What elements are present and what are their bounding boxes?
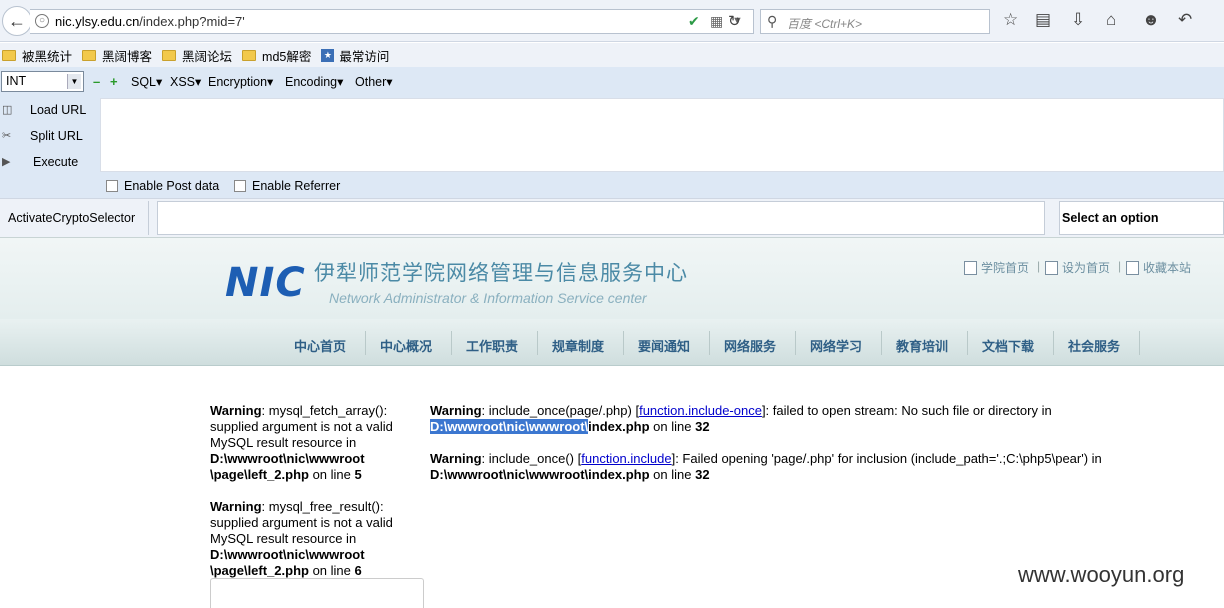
menu-xss[interactable]: XSS▾ bbox=[170, 74, 201, 89]
browser-navbar: ← ○ nic.ylsy.edu.cn/index.php?mid=7' ✔ ▦… bbox=[0, 0, 1224, 42]
divider bbox=[148, 201, 149, 235]
search-placeholder: 百度 <Ctrl+K> bbox=[787, 17, 863, 31]
nav-divider bbox=[537, 331, 538, 355]
back-button[interactable]: ← bbox=[2, 6, 32, 36]
globe-icon: ○ bbox=[35, 14, 49, 28]
url-text: nic.ylsy.edu.cn/index.php?mid=7' bbox=[55, 14, 245, 29]
bookmark-folder-4[interactable]: md5解密 bbox=[242, 46, 311, 65]
load-url-button[interactable]: ◫ Load URL bbox=[0, 100, 98, 122]
page-icon bbox=[1126, 260, 1139, 275]
nav-duties[interactable]: 工作职责 bbox=[466, 336, 518, 355]
play-icon: ▶ bbox=[2, 156, 11, 168]
bookmark-folder-3[interactable]: 黑阔论坛 bbox=[162, 46, 232, 65]
nav-overview[interactable]: 中心概况 bbox=[380, 336, 432, 355]
menu-encoding[interactable]: Encoding▾ bbox=[285, 74, 343, 89]
checkbox-box bbox=[234, 180, 246, 192]
nav-social-services[interactable]: 社会服务 bbox=[1068, 336, 1120, 355]
warning-fetch-array: Warning: mysql_fetch_array(): supplied a… bbox=[210, 403, 393, 482]
hackbar-panel: INT ▼ – + SQL▾ XSS▾ Encryption▾ Encoding▾… bbox=[0, 67, 1224, 237]
nav-home[interactable]: 中心首页 bbox=[294, 336, 346, 355]
url-textarea[interactable] bbox=[100, 98, 1224, 172]
nav-training[interactable]: 教育培训 bbox=[896, 336, 948, 355]
search-bar[interactable]: ⚲ 百度 <Ctrl+K> bbox=[760, 9, 990, 34]
nav-divider bbox=[967, 331, 968, 355]
function-include-link[interactable]: function.include bbox=[581, 451, 671, 466]
bookmark-most-visited[interactable]: ★ 最常访问 bbox=[321, 46, 389, 65]
bookmark-site-link[interactable]: 收藏本站 bbox=[1126, 259, 1191, 276]
nav-news[interactable]: 要闻通知 bbox=[638, 336, 690, 355]
reload-icon[interactable]: ↻ bbox=[728, 12, 741, 30]
menu-encryption[interactable]: Encryption▾ bbox=[208, 74, 273, 89]
crypto-select[interactable]: Select an option bbox=[1059, 201, 1224, 235]
download-icon[interactable]: ⇩ bbox=[1071, 10, 1085, 30]
undo-icon[interactable]: ↶ bbox=[1178, 10, 1192, 30]
reading-list-icon[interactable]: ▤ bbox=[1035, 10, 1051, 30]
college-home-link[interactable]: 学院首页 bbox=[964, 259, 1029, 276]
site-nav: 中心首页 中心概况 工作职责 规章制度 要闻通知 网络服务 网络学习 教育培训 … bbox=[0, 319, 1224, 366]
enable-referrer-checkbox[interactable]: Enable Referrer bbox=[234, 179, 340, 193]
search-icon: ⚲ bbox=[767, 13, 778, 29]
bookmark-folder-2[interactable]: 黑阔博客 bbox=[82, 46, 152, 65]
decrement-icon[interactable]: – bbox=[93, 74, 100, 89]
nav-network-services[interactable]: 网络服务 bbox=[724, 336, 776, 355]
nav-divider bbox=[623, 331, 624, 355]
load-url-icon: ◫ bbox=[2, 104, 13, 116]
most-visited-icon: ★ bbox=[321, 48, 335, 62]
site-title-en: Network Administrator & Information Serv… bbox=[329, 290, 647, 306]
int-select[interactable]: INT ▼ bbox=[1, 71, 84, 92]
checkbox-box bbox=[106, 180, 118, 192]
page-icon bbox=[964, 260, 977, 275]
menu-sql[interactable]: SQL▾ bbox=[131, 74, 162, 89]
nav-divider bbox=[451, 331, 452, 355]
nav-divider bbox=[881, 331, 882, 355]
chevron-down-icon: ▼ bbox=[67, 74, 81, 89]
warning-include-failed: Warning: include_once() [function.includ… bbox=[430, 451, 1102, 482]
folder-icon bbox=[242, 49, 257, 61]
nav-network-learning[interactable]: 网络学习 bbox=[810, 336, 862, 355]
scissors-icon: ✂ bbox=[2, 130, 12, 142]
selected-path-text: D:\wwwroot\nic\wwwroot\ bbox=[430, 419, 589, 434]
nav-divider bbox=[709, 331, 710, 355]
bookmarks-bar: 被黑统计 黑阔博客 黑阔论坛 md5解密 ★ 最常访问 bbox=[0, 43, 1224, 67]
bookmark-star-icon[interactable]: ☆ bbox=[1003, 10, 1018, 30]
page-icon bbox=[1045, 260, 1058, 275]
back-arrow-icon: ← bbox=[8, 10, 26, 31]
smiley-icon[interactable]: ☻ bbox=[1142, 10, 1160, 30]
home-icon[interactable]: ⌂ bbox=[1106, 10, 1116, 30]
function-include-once-link[interactable]: function.include-once bbox=[639, 403, 762, 418]
folder-icon bbox=[2, 49, 16, 61]
folder-icon bbox=[82, 49, 97, 61]
site-title-cn: 伊犁师范学院网络管理与信息服务中心 bbox=[314, 262, 688, 285]
crypto-row: ActivateCryptoSelector Select an option bbox=[0, 198, 1224, 237]
qrcode-icon[interactable]: ▦ bbox=[710, 13, 723, 30]
warning-free-result: Warning: mysql_free_result(): supplied a… bbox=[210, 499, 393, 578]
menu-other[interactable]: Other▾ bbox=[355, 74, 393, 89]
separator: | bbox=[1037, 259, 1041, 273]
execute-button[interactable]: ▶ Execute bbox=[0, 152, 98, 174]
nav-downloads[interactable]: 文档下载 bbox=[982, 336, 1034, 355]
enable-post-checkbox[interactable]: Enable Post data bbox=[106, 179, 219, 193]
shield-icon[interactable]: ✔ bbox=[688, 13, 700, 30]
nav-rules[interactable]: 规章制度 bbox=[552, 336, 604, 355]
increment-icon[interactable]: + bbox=[110, 74, 118, 89]
separator: | bbox=[1118, 259, 1122, 273]
watermark: www.wooyun.org bbox=[1018, 562, 1185, 587]
sidebar-box bbox=[210, 578, 424, 608]
site-header: NIC 伊犁师范学院网络管理与信息服务中心 Network Administra… bbox=[0, 237, 1224, 319]
nav-divider bbox=[1139, 331, 1140, 355]
set-homepage-link[interactable]: 设为首页 bbox=[1045, 259, 1110, 276]
crypto-selector-label: ActivateCryptoSelector bbox=[8, 211, 136, 225]
nic-logo[interactable]: NIC bbox=[225, 260, 306, 306]
split-url-button[interactable]: ✂ Split URL bbox=[0, 126, 98, 148]
crypto-input[interactable] bbox=[157, 201, 1045, 235]
nav-divider bbox=[795, 331, 796, 355]
nav-divider bbox=[365, 331, 366, 355]
warning-include-once: Warning: include_once(page/.php) [functi… bbox=[430, 403, 1052, 434]
url-bar[interactable]: ○ nic.ylsy.edu.cn/index.php?mid=7' ✔ ▦ ▼ bbox=[30, 9, 754, 34]
nav-divider bbox=[1053, 331, 1054, 355]
bookmark-folder-1[interactable]: 被黑统计 bbox=[2, 46, 72, 65]
folder-icon bbox=[162, 49, 177, 61]
